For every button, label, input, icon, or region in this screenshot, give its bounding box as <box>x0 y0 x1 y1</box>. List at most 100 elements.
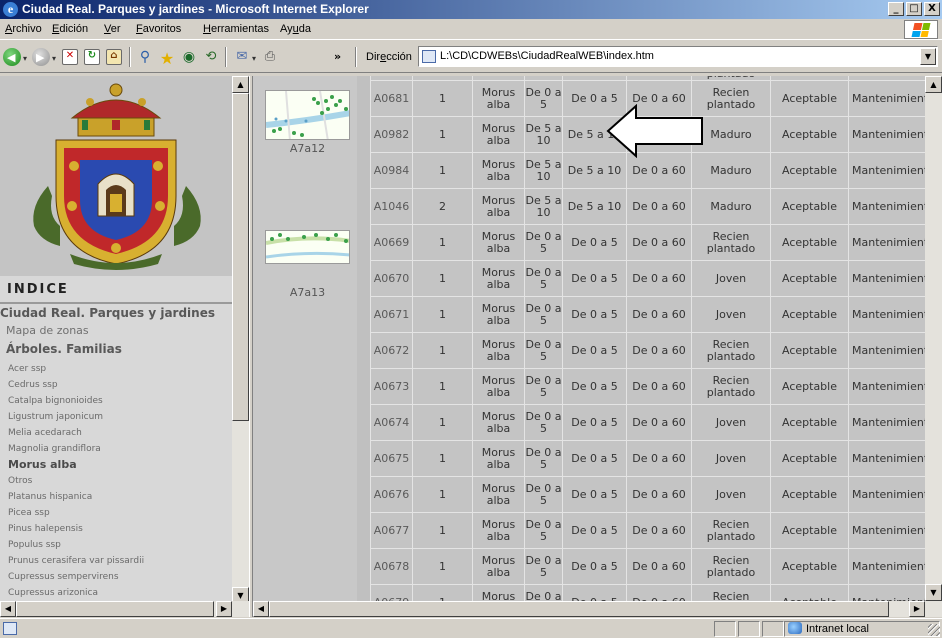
window-controls: _ □ X <box>888 2 940 16</box>
menu-bar: Archivo Edición Ver Favoritos Herramient… <box>0 19 942 40</box>
mail-icon[interactable]: ✉ <box>234 49 250 65</box>
cell-text: Mantenimiento <box>852 524 935 537</box>
menu-herramientas[interactable]: Herramientas <box>203 23 269 35</box>
back-icon[interactable]: ◀ <box>3 48 21 66</box>
link-species[interactable]: Cupressus arizonica <box>8 588 98 598</box>
cell-tree-id: A0677 <box>370 512 413 549</box>
cell-crown: De 0 a 60 <box>626 404 692 441</box>
index-divider <box>0 302 232 304</box>
cell-crown: De 0 a 60 <box>626 440 692 477</box>
forward-dropdown-icon[interactable]: ▾ <box>52 54 56 63</box>
history-icon[interactable]: ⟲ <box>203 49 219 65</box>
families-heading[interactable]: Árboles. Familias <box>6 342 122 356</box>
left-horizontal-scrollbar[interactable]: ◀ ▶ <box>0 601 249 617</box>
link-species[interactable]: Platanus hispanica <box>8 492 92 502</box>
minimize-button[interactable]: _ <box>888 2 904 16</box>
cell-height: De 0 a 5 <box>524 332 563 369</box>
cell-text: Mantenimiento <box>852 128 935 141</box>
right-horizontal-scrollbar[interactable]: ◀ ▶ <box>253 601 942 617</box>
link-species[interactable]: Otros <box>8 476 32 486</box>
cell-crown: De 0 a 60 <box>626 476 692 513</box>
link-species[interactable]: Populus ssp <box>8 540 61 550</box>
scroll-down-button[interactable]: ▼ <box>925 584 942 601</box>
address-input[interactable]: L:\CD\CDWEBs\CiudadRealWEB\index.htm <box>440 50 654 62</box>
address-dropdown-button[interactable]: ▼ <box>920 48 936 65</box>
cell-count: 1 <box>412 332 473 369</box>
cell-state: Aceptable <box>770 368 849 405</box>
cell-count: 1 <box>412 296 473 333</box>
link-species[interactable]: Ligustrum japonicum <box>8 412 103 422</box>
address-bar[interactable]: L:\CD\CDWEBs\CiudadRealWEB\index.htm ▼ <box>418 46 938 67</box>
scroll-thumb[interactable] <box>232 93 249 421</box>
cell-tree-id: A0674 <box>370 404 413 441</box>
print-icon[interactable]: ⎙ <box>262 49 278 65</box>
link-species[interactable]: Magnolia grandiflora <box>8 444 101 454</box>
cell-species: Morus alba <box>472 512 525 549</box>
cell-action: Mantenimiento <box>848 512 936 549</box>
left-vertical-scrollbar[interactable]: ▲ ▼ <box>232 76 249 604</box>
link-species[interactable]: Cupressus sempervirens <box>8 572 119 582</box>
cell-text: Mantenimiento <box>852 380 935 393</box>
link-site-home[interactable]: Ciudad Real. Parques y jardines <box>0 306 215 320</box>
scroll-left-button[interactable]: ◀ <box>0 601 16 617</box>
link-species[interactable]: Melia acedarach <box>8 428 82 438</box>
table-row: A0677 1 Morus alba De 0 a 5 De 0 a 5 De 0 a 6… <box>370 512 936 549</box>
table-row: A0670 1 Morus alba De 0 a 5 De 0 a 5 De 0 a 6… <box>370 260 936 297</box>
home-icon[interactable]: ⌂ <box>106 49 122 65</box>
cell-height: De 0 a 5 <box>524 404 563 441</box>
close-button[interactable]: X <box>924 2 940 16</box>
cell-action: Mantenimiento <box>848 296 936 333</box>
link-species[interactable]: Acer ssp <box>8 364 46 374</box>
scroll-left-button[interactable]: ◀ <box>253 601 269 617</box>
intranet-icon <box>788 622 802 634</box>
link-species[interactable]: Pinus halepensis <box>8 524 83 534</box>
cell-text: Mantenimiento <box>852 344 935 357</box>
scroll-right-button[interactable]: ▶ <box>909 601 925 617</box>
media-icon[interactable]: ◉ <box>181 49 197 65</box>
link-species-selected[interactable]: Morus alba <box>8 458 77 471</box>
cell-state: Aceptable <box>770 80 849 117</box>
refresh-icon[interactable]: ↻ <box>84 49 100 65</box>
link-species[interactable]: Cedrus ssp <box>8 380 58 390</box>
menu-ver[interactable]: Ver <box>104 23 121 35</box>
right-vertical-scrollbar[interactable]: ▲ ▼ <box>925 76 942 601</box>
scroll-thumb[interactable] <box>16 601 214 617</box>
scroll-up-button[interactable]: ▲ <box>232 76 249 93</box>
resize-grip[interactable] <box>928 624 940 636</box>
scroll-up-button[interactable]: ▲ <box>925 76 942 93</box>
menu-ayuda[interactable]: Ayuda <box>280 23 311 35</box>
more-toolbar-button[interactable]: » <box>334 50 341 63</box>
windows-logo-icon <box>904 20 938 39</box>
mail-dropdown-icon[interactable]: ▾ <box>252 54 256 63</box>
forward-icon[interactable]: ▶ <box>32 48 50 66</box>
maximize-button[interactable]: □ <box>906 2 922 16</box>
menu-favoritos[interactable]: Favoritos <box>136 23 181 35</box>
table-row: A1046 2 Morus alba De 5 a 10 De 5 a 10 De 0 a… <box>370 188 936 225</box>
zone-plan-image <box>266 91 349 139</box>
link-species[interactable]: Catalpa bignonioides <box>8 396 103 406</box>
link-species[interactable]: Prunus cerasifera var pissardii <box>8 556 144 566</box>
link-species[interactable]: Picea ssp <box>8 508 50 518</box>
menu-edicion[interactable]: Edición <box>52 23 88 35</box>
cell-age: Recien plantado <box>691 332 771 369</box>
cell-tree-id: A0669 <box>370 224 413 261</box>
back-dropdown-icon[interactable]: ▾ <box>23 54 27 63</box>
table-row: A0669 1 Morus alba De 0 a 5 De 0 a 5 De 0 a 6… <box>370 224 936 261</box>
cell-state: Aceptable <box>770 260 849 297</box>
scroll-thumb[interactable] <box>269 601 889 617</box>
cell-species: Morus alba <box>472 476 525 513</box>
cell-text: Mantenimiento <box>852 200 935 213</box>
search-icon[interactable]: ⚲ <box>137 49 153 65</box>
cell-state: Aceptable <box>770 332 849 369</box>
cell-action: Mantenimiento <box>848 548 936 585</box>
cell-state: Aceptable <box>770 548 849 585</box>
scroll-right-button[interactable]: ▶ <box>216 601 232 617</box>
menu-archivo[interactable]: Archivo <box>5 23 42 35</box>
cell-crown: De 0 a 60 <box>626 224 692 261</box>
link-zone-map[interactable]: Mapa de zonas <box>6 324 89 337</box>
stop-icon[interactable]: ✕ <box>62 49 78 65</box>
plan-thumbnail-image[interactable] <box>265 90 350 140</box>
plan-thumbnail-image[interactable] <box>265 230 350 264</box>
cell-count: 1 <box>412 440 473 477</box>
favorites-icon[interactable]: ★ <box>159 49 175 68</box>
